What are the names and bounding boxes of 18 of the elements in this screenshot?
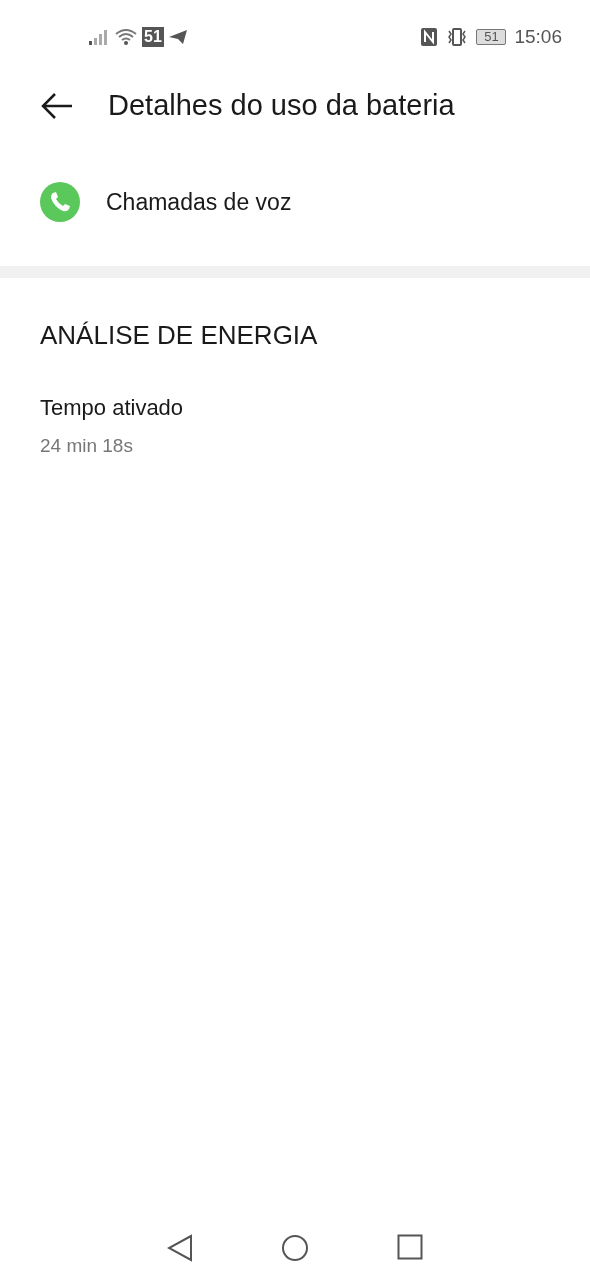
page-title: Detalhes do uso da bateria <box>108 88 455 124</box>
nfc-icon <box>420 27 439 47</box>
signal-icon <box>88 28 110 46</box>
wifi-icon <box>114 28 138 46</box>
home-nav-icon[interactable] <box>281 1234 309 1262</box>
back-nav-icon[interactable] <box>167 1234 193 1262</box>
recents-nav-icon[interactable] <box>397 1234 423 1260</box>
setting-label: Tempo ativado <box>40 394 185 422</box>
send-icon <box>167 28 188 46</box>
back-icon[interactable] <box>40 91 74 121</box>
battery-icon: 51 <box>476 29 507 45</box>
setting-value: 24 min 18s <box>40 434 134 458</box>
notification-badge: 51 <box>142 27 164 47</box>
clock: 15:06 <box>514 24 562 49</box>
app-name: Chamadas de voz <box>106 187 292 217</box>
phone-icon <box>40 182 80 222</box>
vibrate-icon <box>446 27 469 47</box>
section-title: ANÁLISE DE ENERGIA <box>40 319 319 352</box>
